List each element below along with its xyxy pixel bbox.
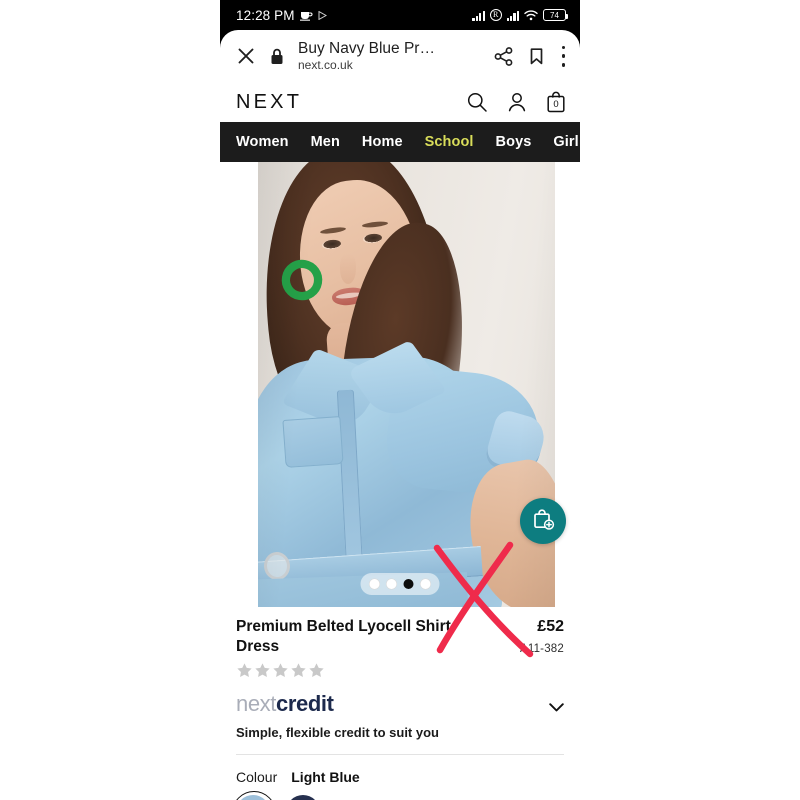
wifi-icon <box>524 9 538 21</box>
product-info-row: Premium Belted Lyocell Shirt Dress £52 A… <box>236 617 564 657</box>
shopping-bag-icon[interactable]: 0 <box>546 91 566 113</box>
product-price: £52 <box>537 618 564 635</box>
close-icon[interactable] <box>236 46 256 66</box>
colour-swatches[interactable] <box>232 790 564 800</box>
chevron-down-icon[interactable] <box>549 699 564 712</box>
next-credit-logo-credit: credit <box>275 690 334 716</box>
play-icon <box>318 10 327 20</box>
nav-item-women[interactable]: Women <box>236 134 289 150</box>
product-gallery[interactable] <box>220 162 580 607</box>
carousel-dots[interactable] <box>360 573 440 595</box>
lock-icon <box>270 48 284 65</box>
screenshot-root: 12:28 PM R 74 Buy Navy Blue Pr… next.co.… <box>0 0 800 800</box>
bag-plus-icon <box>531 507 555 536</box>
product-image[interactable] <box>258 162 555 607</box>
colour-swatch-navy[interactable] <box>286 794 320 800</box>
colour-label: Colour <box>236 768 278 785</box>
product-title: Premium Belted Lyocell Shirt Dress <box>236 618 451 655</box>
status-bar: 12:28 PM R 74 <box>220 0 580 30</box>
colour-selector: Colour Light Blue <box>220 754 580 800</box>
site-header: NEXT 0 <box>220 82 580 122</box>
status-bar-right: R 74 <box>472 9 569 21</box>
category-nav[interactable]: Women Men Home School Boys Girl <box>220 122 580 162</box>
product-item-code: A11-382 <box>519 643 564 655</box>
header-icons: 0 <box>466 91 566 113</box>
browser-toolbar: Buy Navy Blue Pr… next.co.uk <box>220 30 580 82</box>
star-icon <box>291 663 306 677</box>
phone-screen: 12:28 PM R 74 Buy Navy Blue Pr… next.co.… <box>220 0 580 800</box>
image-shading <box>258 162 555 607</box>
roaming-icon: R <box>489 9 502 21</box>
next-credit-logo-next: next <box>236 690 276 716</box>
carousel-dot[interactable] <box>386 579 397 589</box>
bookmark-icon[interactable] <box>526 46 547 67</box>
page-title: Buy Navy Blue Pr… <box>298 39 435 57</box>
carousel-dot[interactable] <box>420 579 431 589</box>
carousel-dot[interactable] <box>369 579 380 589</box>
colour-selected-value: Light Blue <box>291 768 360 785</box>
star-icon <box>237 663 252 677</box>
nav-item-boys[interactable]: Boys <box>496 134 532 150</box>
carousel-dot-active[interactable] <box>403 579 414 589</box>
star-icon <box>309 663 324 677</box>
signal-bars-icon <box>506 10 519 21</box>
status-bar-left: 12:28 PM <box>236 8 327 23</box>
battery-icon: 74 <box>543 9 569 21</box>
nav-item-girls[interactable]: Girl <box>553 134 578 150</box>
status-bar-clock: 12:28 PM <box>236 7 295 23</box>
bag-count: 0 <box>553 99 559 110</box>
overflow-menu-icon[interactable] <box>561 45 566 67</box>
product-price-block: £52 A11-382 <box>520 617 564 655</box>
rating-stars[interactable] <box>236 662 564 679</box>
next-logo[interactable]: NEXT <box>236 91 302 114</box>
add-to-bag-button[interactable] <box>520 498 566 544</box>
product-info: Premium Belted Lyocell Shirt Dress £52 A… <box>220 607 580 679</box>
star-icon <box>255 663 270 677</box>
search-icon[interactable] <box>466 91 488 113</box>
star-icon <box>273 663 288 677</box>
coffee-icon <box>299 9 313 21</box>
next-credit-section[interactable]: nextcredit Simple, flexible credit to su… <box>220 678 580 755</box>
page-url: next.co.uk <box>298 57 353 72</box>
account-icon[interactable] <box>506 91 528 113</box>
share-icon[interactable] <box>493 46 514 67</box>
next-credit-logo: nextcredit <box>236 690 334 716</box>
signal-bars-icon <box>472 10 485 21</box>
address-bar[interactable]: Buy Navy Blue Pr… next.co.uk <box>298 40 481 73</box>
colour-swatch-light-blue[interactable] <box>232 790 276 800</box>
next-credit-header[interactable]: nextcredit <box>236 690 564 716</box>
colour-heading-row: Colour Light Blue <box>236 769 564 785</box>
nav-item-home[interactable]: Home <box>362 134 403 150</box>
nav-item-school[interactable]: School <box>425 134 474 150</box>
next-credit-tagline: Simple, flexible credit to suit you <box>236 724 439 740</box>
nav-item-men[interactable]: Men <box>311 134 340 150</box>
